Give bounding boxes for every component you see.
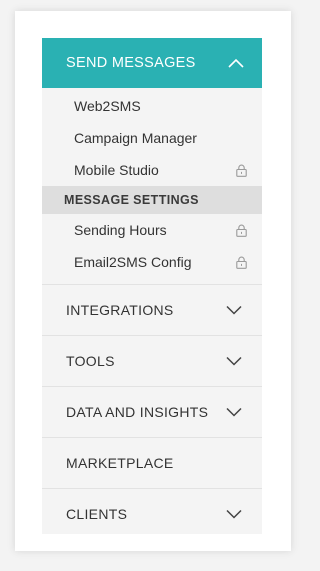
sidebar-item-sending-hours[interactable]: Sending Hours	[42, 214, 262, 246]
chevron-down-icon	[226, 356, 242, 366]
message-settings-heading: MESSAGE SETTINGS	[42, 186, 262, 214]
chevron-down-icon	[226, 305, 242, 315]
sidebar-nav: SEND MESSAGES Web2SMS Campaign Manager M…	[42, 38, 262, 534]
sidebar-item-clients[interactable]: CLIENTS	[42, 488, 262, 539]
sidebar-item-campaign-manager[interactable]: Campaign Manager	[42, 122, 262, 154]
sidebar-item-label: CLIENTS	[66, 506, 128, 522]
sidebar-item-label: Campaign Manager	[74, 130, 197, 146]
sidebar-item-tools[interactable]: TOOLS	[42, 335, 262, 386]
sidebar-item-label: TOOLS	[66, 353, 115, 369]
lock-icon	[236, 224, 247, 237]
lock-icon	[236, 256, 247, 269]
chevron-up-icon	[228, 58, 244, 68]
sidebar-item-label: Mobile Studio	[74, 162, 159, 178]
sidebar-item-label: MARKETPLACE	[66, 455, 174, 471]
chevron-down-icon	[226, 509, 242, 519]
sidebar-item-mobile-studio[interactable]: Mobile Studio	[42, 154, 262, 186]
sidebar-item-label: Sending Hours	[74, 222, 167, 238]
sidebar-item-data-and-insights[interactable]: DATA AND INSIGHTS	[42, 386, 262, 437]
lock-icon	[236, 164, 247, 177]
chevron-down-icon	[226, 407, 242, 417]
sidebar-item-web2sms[interactable]: Web2SMS	[42, 90, 262, 122]
sidebar-item-label: INTEGRATIONS	[66, 302, 174, 318]
sidebar-item-email2sms-config[interactable]: Email2SMS Config	[42, 246, 262, 278]
sidebar-item-label: DATA AND INSIGHTS	[66, 404, 209, 420]
sidebar-item-integrations[interactable]: INTEGRATIONS	[42, 284, 262, 335]
sidebar-item-marketplace[interactable]: MARKETPLACE	[42, 437, 262, 488]
sidebar-item-label: Web2SMS	[74, 98, 141, 114]
send-messages-header[interactable]: SEND MESSAGES	[42, 38, 262, 88]
sidebar-card: SEND MESSAGES Web2SMS Campaign Manager M…	[15, 11, 291, 551]
send-messages-label: SEND MESSAGES	[66, 55, 196, 71]
sidebar-item-label: Email2SMS Config	[74, 254, 192, 270]
